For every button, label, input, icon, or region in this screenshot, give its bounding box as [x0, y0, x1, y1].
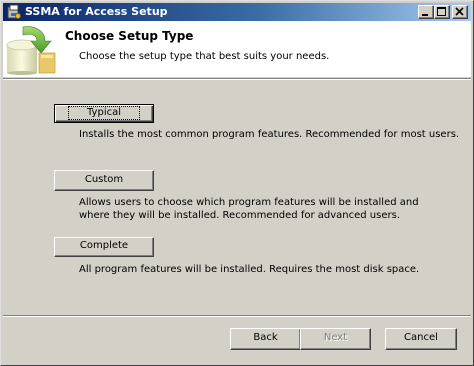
- typical-button-label: Typical: [68, 106, 140, 120]
- title-bar[interactable]: SSMA for Access Setup: [3, 3, 471, 21]
- footer-divider: [3, 315, 471, 317]
- cancel-button-label: Cancel: [404, 332, 438, 343]
- complete-description: All program features will be installed. …: [79, 264, 420, 275]
- custom-button-label: Custom: [84, 174, 124, 185]
- cancel-button[interactable]: Cancel: [385, 328, 457, 350]
- typical-description: Installs the most common program feature…: [79, 129, 460, 140]
- page-subtitle: Choose the setup type that best suits yo…: [79, 51, 330, 62]
- setup-disk-icon: [5, 23, 57, 75]
- setup-dialog: SSMA for Access Setup Choose Setup Type …: [0, 0, 474, 366]
- next-button[interactable]: Next: [300, 328, 371, 350]
- back-button-label: Back: [253, 332, 278, 343]
- maximize-button[interactable]: [434, 5, 450, 19]
- header-banner: Choose Setup Type Choose the setup type …: [3, 21, 471, 77]
- complete-button[interactable]: Complete: [54, 237, 154, 257]
- minimize-button[interactable]: [418, 5, 434, 19]
- maximize-icon: [437, 7, 446, 16]
- minimize-icon: [422, 14, 428, 16]
- close-button[interactable]: [452, 5, 468, 19]
- custom-description: Allows users to choose which program fea…: [79, 197, 419, 221]
- next-button-label: Next: [323, 332, 348, 343]
- setup-app-icon: [6, 4, 22, 20]
- custom-button[interactable]: Custom: [54, 170, 154, 191]
- window-title: SSMA for Access Setup: [25, 5, 168, 18]
- complete-button-label: Complete: [79, 240, 129, 251]
- back-button[interactable]: Back: [230, 328, 301, 350]
- typical-button[interactable]: Typical: [54, 104, 154, 123]
- close-icon: [455, 7, 464, 16]
- header-divider: [3, 78, 471, 80]
- page-title: Choose Setup Type: [65, 29, 194, 43]
